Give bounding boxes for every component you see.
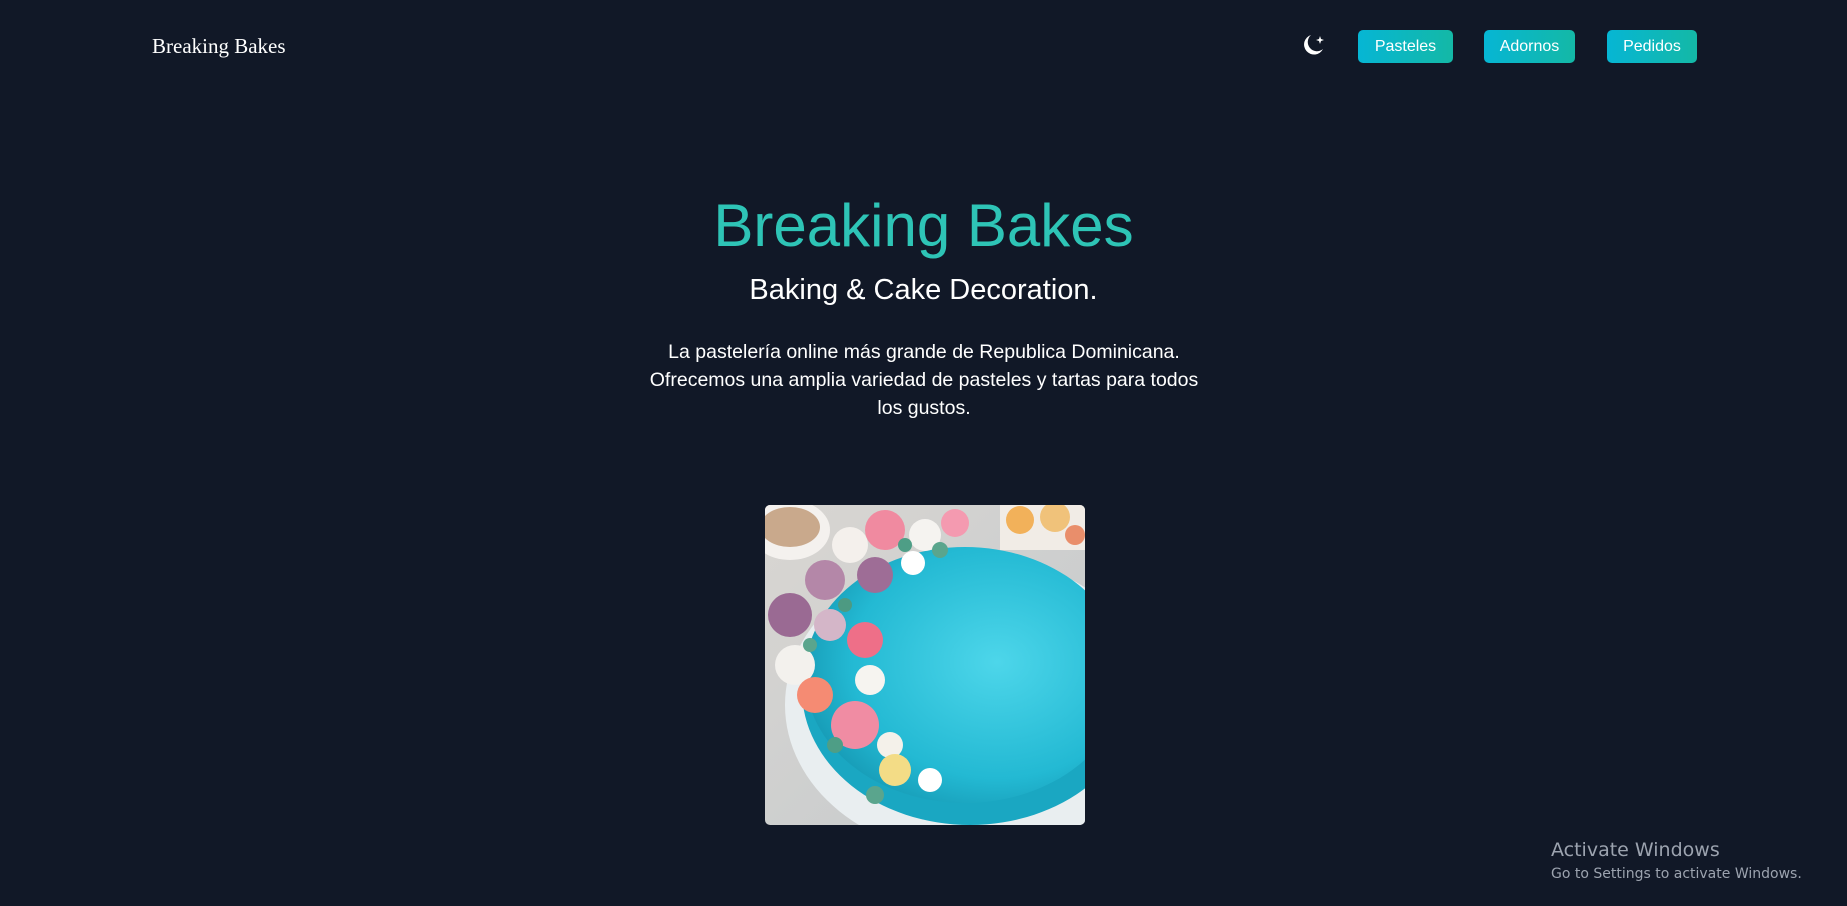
hero-title: Breaking Bakes — [713, 192, 1134, 259]
hero-subtitle: Baking & Cake Decoration. — [749, 274, 1098, 306]
moon-stars-icon — [1304, 35, 1324, 55]
hero-description: La pastelería online más grande de Repub… — [649, 341, 1199, 419]
nav-button-adornos[interactable]: Adornos — [1484, 30, 1575, 63]
nav-button-pedidos[interactable]: Pedidos — [1607, 30, 1697, 63]
windows-activation-watermark: Activate Windows Go to Settings to activ… — [1551, 838, 1841, 884]
watermark-subtitle: Go to Settings to activate Windows. — [1551, 866, 1802, 882]
brand-link[interactable]: Breaking Bakes — [152, 34, 286, 59]
navbar: Breaking Bakes Pasteles Adornos Pedidos — [0, 0, 1847, 92]
nav-button-pasteles[interactable]: Pasteles — [1358, 30, 1453, 63]
theme-toggle-button[interactable] — [1298, 30, 1328, 60]
hero-cake-image — [765, 505, 1085, 825]
watermark-title: Activate Windows — [1551, 839, 1720, 861]
